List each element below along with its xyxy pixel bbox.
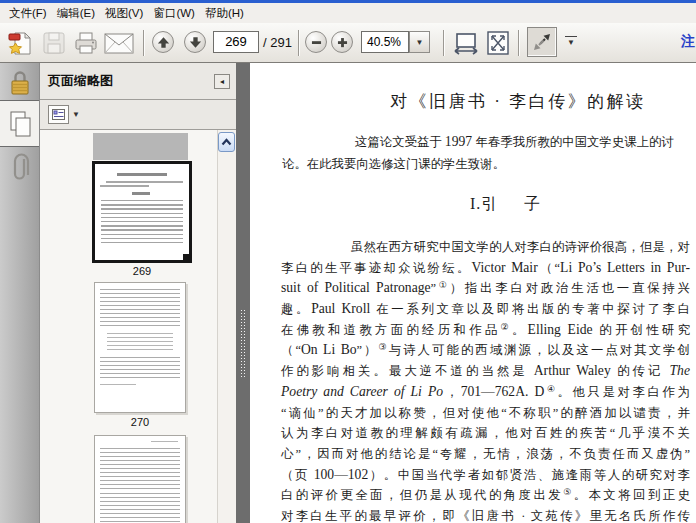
fit-width-icon: [453, 30, 479, 56]
thumbnails-panel: 页面缩略图 ◂ ▼: [40, 63, 236, 523]
toolbar: 269 / 291 40.5% ▼ ▼: [0, 23, 696, 63]
sidebar-splitter[interactable]: [236, 63, 250, 523]
body-line: 白的评价更全面，但仍是从现代的角度出发⑤。本文将回到正史: [281, 485, 690, 506]
tab-page-thumbnails[interactable]: [0, 100, 39, 147]
panel-title: 页面缩略图: [48, 72, 214, 90]
print-button[interactable]: [70, 28, 102, 58]
thumbnail-label-269: 269: [92, 265, 192, 277]
page-number-input[interactable]: 269: [213, 31, 259, 53]
body-line: 虽然在西方研究中国文学的人对李白的诗评价很高，但是，对: [281, 237, 690, 258]
paperclip-icon: [8, 152, 32, 186]
toolbar-separator: [143, 30, 145, 56]
zoom-out-button[interactable]: [305, 31, 327, 53]
thumbnails-list: 269 270: [40, 130, 236, 523]
body-line: “谪仙”的天才加以称赞，但对使他“不称职”的醉酒加以谴责，并: [281, 403, 690, 424]
splitter-grip: [241, 310, 242, 378]
print-icon: [72, 29, 100, 57]
body-paragraph: 虽然在西方研究中国文学的人对李白的诗评价很高，但是，对李白的生平事迹却众说纷纭。…: [281, 237, 690, 523]
options-menu-button[interactable]: [48, 105, 69, 124]
scroll-up-button[interactable]: [218, 132, 235, 152]
section-heading-numeral: I.引: [470, 195, 498, 212]
fit-page-button[interactable]: [482, 28, 514, 58]
save-icon: [41, 30, 67, 56]
create-pdf-button[interactable]: [4, 28, 36, 58]
page-down-icon: [189, 36, 202, 49]
options-icon: [52, 109, 65, 120]
thumbnail-page-268-partial[interactable]: [93, 133, 188, 160]
menu-help[interactable]: 帮助(H): [203, 5, 246, 22]
body-line: 心”，因而对他的结论是“夸耀，无情，浪荡，不负责任而又虚伪”: [281, 444, 690, 465]
body-line: （“On Li Bo”）③与诗人可能的西域渊源，以及这一点对其文学创: [281, 340, 690, 361]
toolbar-separator: [298, 30, 300, 56]
panel-header: 页面缩略图 ◂: [40, 63, 236, 100]
email-icon: [104, 33, 134, 54]
body-line: 对李白生平的最早评价，即《旧唐书 · 文苑传》里无名氏所作传: [281, 506, 690, 523]
body-line: 李白的生平事迹却众说纷纭。Victor Mair（“Li Po’s Letter…: [281, 258, 690, 279]
menu-view[interactable]: 视图(V): [103, 5, 145, 22]
fit-width-button[interactable]: [450, 28, 482, 58]
section-heading: I.引 子: [470, 194, 541, 215]
zoom-out-icon: [310, 36, 323, 49]
acknowledgment-line-1: 这篇论文受益于 1997 年春季我所教的中国文学史课上的讨: [355, 134, 674, 151]
chevron-up-icon: [221, 138, 232, 146]
tab-attachments[interactable]: [0, 151, 39, 187]
menu-file[interactable]: 文件(F): [7, 5, 49, 22]
page-total-label: / 291: [263, 35, 292, 50]
body-line: （页 100—102）。中国当代学者如郁贤浩、施逢雨等人的研究对李: [281, 465, 690, 486]
body-line: 认为李白对道教的理解颇有疏漏，他对百姓的疾苦“几乎漠不关: [281, 423, 690, 444]
menu-edit[interactable]: 编辑(E): [55, 5, 97, 22]
fit-page-icon: [485, 30, 511, 56]
next-page-button[interactable]: [184, 31, 206, 53]
thumbnail-page-271[interactable]: [94, 435, 186, 523]
menu-window[interactable]: 窗口(W): [151, 5, 197, 22]
tab-security[interactable]: [0, 68, 39, 100]
body-line: 趣。Paul Kroll 在一系列文章以及即将出版的专著中探讨了李白: [281, 299, 690, 320]
annotation-link[interactable]: 注: [681, 33, 695, 51]
thumbnail-resize-handle[interactable]: [183, 254, 192, 263]
save-button[interactable]: [38, 28, 70, 58]
toolbar-more-dropdown[interactable]: ▼: [565, 36, 577, 48]
body-line: 在佛教和道教方面的经历和作品②。Elling Eide 的开创性研究: [281, 320, 690, 341]
page-up-icon: [157, 36, 170, 49]
options-caret-icon: ▼: [72, 110, 80, 119]
thumbnail-label-270: 270: [90, 416, 190, 428]
dynamic-zoom-button[interactable]: [527, 27, 557, 57]
document-title: 对《旧唐书 · 李白传》的解读: [390, 90, 646, 113]
body-line: suit of Political Patronage”①）指出李白对政治生活也…: [281, 278, 690, 299]
section-heading-tail: 子: [524, 195, 541, 212]
sidebar-tabstrip: [0, 63, 40, 523]
dynamic-zoom-icon: [532, 32, 552, 52]
thumbnail-page-270[interactable]: [94, 282, 186, 413]
zoom-dropdown-button[interactable]: ▼: [409, 31, 430, 53]
toolbar-separator: [443, 30, 445, 56]
zoom-in-icon: [336, 36, 349, 49]
email-button[interactable]: [103, 28, 135, 58]
zoom-in-button[interactable]: [331, 31, 353, 53]
previous-page-button[interactable]: [152, 31, 174, 53]
panel-collapse-button[interactable]: ◂: [214, 74, 230, 89]
toolbar-separator: [518, 30, 520, 56]
splitter-grip: [244, 310, 245, 378]
lock-icon: [8, 69, 32, 99]
zoom-level-input[interactable]: 40.5%: [361, 31, 409, 53]
create-pdf-icon: [6, 29, 34, 57]
panel-options-row: ▼: [40, 100, 236, 130]
pages-icon: [7, 109, 33, 139]
body-line: Poetry and Career of Li Po，701—762A. D④。…: [281, 382, 690, 403]
acknowledgment-line-2: 论。在此我要向选修这门课的学生致谢。: [282, 156, 505, 173]
thumbnails-scrollbar[interactable]: [217, 130, 236, 523]
document-page: 对《旧唐书 · 李白传》的解读 这篇论文受益于 1997 年春季我所教的中国文学…: [250, 63, 696, 523]
body-line: 作的影响相关。最大逆不道的当然是 Arthur Waley 的传记 The: [281, 361, 690, 382]
menu-bar: 文件(F) 编辑(E) 视图(V) 窗口(W) 帮助(H): [0, 3, 696, 23]
thumbnail-page-269[interactable]: [92, 161, 192, 263]
